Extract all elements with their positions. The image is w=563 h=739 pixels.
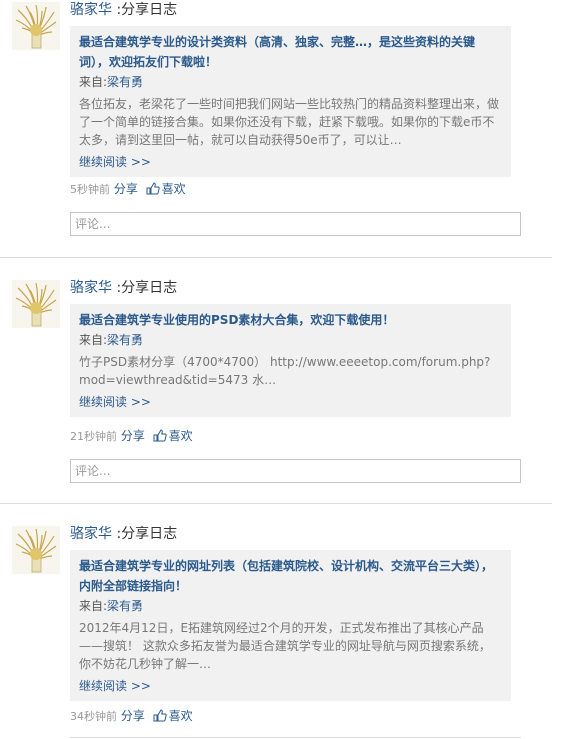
post-header: 骆家华 :分享日志 (70, 1, 177, 19)
post-meta: 5秒钟前 分享 喜欢 (70, 181, 186, 199)
blog-summary: 各位拓友，老梁花了一些时间把我们网站一些比较热门的精品资料整理出来，做了一个简单… (79, 97, 500, 147)
divider (0, 257, 552, 258)
source-author[interactable]: 梁有勇 (107, 75, 143, 89)
source-label: 来自: (79, 599, 108, 613)
timestamp: 34秒钟前 (70, 710, 117, 723)
blog-title[interactable]: 最适合建筑学专业的设计类资料（高清、独家、完整…，是这些资料的关键词），欢迎拓友… (79, 32, 502, 72)
avatar[interactable] (12, 2, 60, 50)
like-button[interactable]: 喜欢 (169, 709, 193, 723)
comment-input[interactable] (70, 459, 521, 483)
source-label: 来自: (79, 75, 108, 89)
share-button[interactable]: 分享 (114, 182, 138, 196)
author-name[interactable]: 骆家华 (70, 280, 112, 296)
like-button[interactable]: 喜欢 (162, 182, 186, 196)
post-action: :分享日志 (112, 526, 178, 542)
avatar-image (12, 526, 60, 574)
source-author[interactable]: 梁有勇 (107, 599, 143, 613)
read-more-link[interactable]: 继续阅读 >> (79, 393, 502, 411)
avatar-image (12, 2, 60, 50)
post-meta: 34秒钟前 分享 喜欢 (70, 708, 193, 726)
shared-blog-card: 最适合建筑学专业的网址列表（包括建筑院校、设计机构、交流平台三大类），内附全部链… (70, 550, 511, 701)
read-more-link[interactable]: 继续阅读 >> (79, 153, 502, 171)
source-label: 来自: (79, 333, 108, 347)
thumbs-up-icon[interactable] (153, 709, 167, 726)
blog-source: 来自:梁有勇 (79, 330, 502, 350)
timestamp: 5秒钟前 (70, 183, 110, 196)
share-button[interactable]: 分享 (121, 709, 145, 723)
author-name[interactable]: 骆家华 (70, 526, 112, 542)
post-meta: 21秒钟前 分享 喜欢 (70, 428, 193, 446)
post-action: :分享日志 (112, 280, 178, 296)
blog-summary: 竹子PSD素材分享（4700*4700） http://www.eeeetop.… (79, 355, 491, 387)
blog-source: 来自:梁有勇 (79, 72, 502, 92)
source-author[interactable]: 梁有勇 (107, 333, 143, 347)
thumbs-up-icon[interactable] (146, 182, 160, 199)
blog-title[interactable]: 最适合建筑学专业的网址列表（包括建筑院校、设计机构、交流平台三大类），内附全部链… (79, 556, 502, 596)
avatar[interactable] (12, 280, 60, 328)
avatar-image (12, 280, 60, 328)
like-button[interactable]: 喜欢 (169, 429, 193, 443)
avatar[interactable] (12, 526, 60, 574)
share-button[interactable]: 分享 (121, 429, 145, 443)
divider (70, 737, 521, 738)
comment-input[interactable] (70, 212, 521, 236)
blog-summary: 2012年4月12日，E拓建筑网经过2个月的开发，正式发布推出了其核心产品——搜… (79, 621, 491, 671)
post-header: 骆家华 :分享日志 (70, 279, 177, 297)
blog-title[interactable]: 最适合建筑学专业使用的PSD素材大合集，欢迎下载使用！ (79, 310, 502, 330)
author-name[interactable]: 骆家华 (70, 2, 112, 18)
blog-source: 来自:梁有勇 (79, 596, 502, 616)
post-action: :分享日志 (112, 2, 178, 18)
timestamp: 21秒钟前 (70, 430, 117, 443)
divider (0, 503, 552, 504)
thumbs-up-icon[interactable] (153, 429, 167, 446)
post-header: 骆家华 :分享日志 (70, 525, 177, 543)
shared-blog-card: 最适合建筑学专业使用的PSD素材大合集，欢迎下载使用！ 来自:梁有勇 竹子PSD… (70, 304, 511, 417)
read-more-link[interactable]: 继续阅读 >> (79, 677, 502, 695)
shared-blog-card: 最适合建筑学专业的设计类资料（高清、独家、完整…，是这些资料的关键词），欢迎拓友… (70, 26, 511, 177)
